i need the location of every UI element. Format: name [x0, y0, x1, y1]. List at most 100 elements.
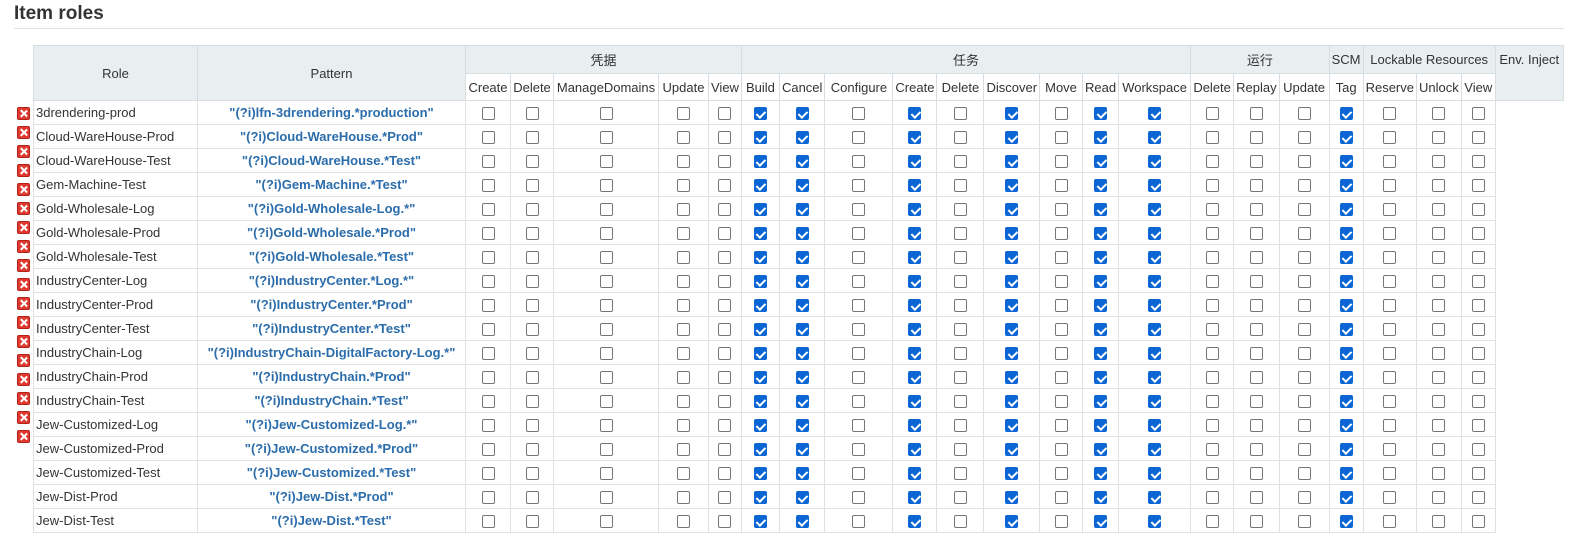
permission-checkbox[interactable] — [1205, 107, 1219, 121]
permission-checkbox[interactable] — [677, 443, 690, 457]
permission-checkbox[interactable] — [599, 419, 613, 433]
permission-checkbox[interactable] — [753, 443, 767, 457]
permission-checkbox[interactable] — [1383, 275, 1397, 289]
permission-checkbox[interactable] — [718, 251, 732, 265]
delete-icon[interactable] — [17, 145, 30, 158]
permission-checkbox[interactable] — [677, 107, 690, 121]
permission-checkbox[interactable] — [677, 227, 690, 241]
permission-checkbox[interactable] — [1432, 515, 1446, 529]
permission-checkbox[interactable] — [1297, 419, 1311, 433]
permission-checkbox[interactable] — [1432, 107, 1446, 121]
permission-checkbox[interactable] — [1249, 227, 1263, 241]
permission-checkbox[interactable] — [1005, 371, 1019, 385]
permission-checkbox[interactable] — [908, 203, 922, 217]
permission-checkbox[interactable] — [1054, 371, 1068, 385]
permission-checkbox[interactable] — [1054, 515, 1068, 529]
permission-checkbox[interactable] — [1339, 131, 1353, 145]
permission-checkbox[interactable] — [1005, 155, 1019, 169]
permission-checkbox[interactable] — [795, 251, 809, 265]
permission-checkbox[interactable] — [908, 347, 922, 361]
permission-checkbox[interactable] — [1471, 515, 1485, 529]
delete-icon[interactable] — [17, 107, 30, 120]
permission-checkbox[interactable] — [953, 251, 967, 265]
permission-checkbox[interactable] — [1205, 515, 1219, 529]
permission-checkbox[interactable] — [908, 395, 922, 409]
permission-checkbox[interactable] — [908, 227, 922, 241]
delete-icon[interactable] — [17, 392, 30, 405]
permission-checkbox[interactable] — [1249, 275, 1263, 289]
permission-checkbox[interactable] — [525, 179, 539, 193]
permission-checkbox[interactable] — [1432, 395, 1446, 409]
delete-icon[interactable] — [17, 202, 30, 215]
delete-icon[interactable] — [17, 430, 30, 443]
permission-checkbox[interactable] — [1094, 443, 1108, 457]
permission-checkbox[interactable] — [481, 203, 495, 217]
permission-checkbox[interactable] — [1297, 155, 1311, 169]
permission-checkbox[interactable] — [1005, 419, 1019, 433]
permission-checkbox[interactable] — [1471, 251, 1485, 265]
permission-checkbox[interactable] — [599, 299, 613, 313]
permission-checkbox[interactable] — [1339, 419, 1353, 433]
permission-checkbox[interactable] — [795, 131, 809, 145]
permission-checkbox[interactable] — [908, 179, 922, 193]
permission-checkbox[interactable] — [1054, 347, 1068, 361]
delete-icon[interactable] — [17, 126, 30, 139]
permission-checkbox[interactable] — [718, 203, 732, 217]
permission-checkbox[interactable] — [1054, 107, 1068, 121]
permission-checkbox[interactable] — [481, 299, 495, 313]
permission-checkbox[interactable] — [525, 107, 539, 121]
permission-checkbox[interactable] — [1383, 155, 1397, 169]
permission-checkbox[interactable] — [1471, 371, 1485, 385]
permission-checkbox[interactable] — [1054, 299, 1068, 313]
permission-checkbox[interactable] — [1054, 131, 1068, 145]
permission-checkbox[interactable] — [795, 419, 809, 433]
permission-checkbox[interactable] — [481, 323, 495, 337]
permission-checkbox[interactable] — [1432, 467, 1446, 481]
permission-checkbox[interactable] — [852, 251, 866, 265]
permission-checkbox[interactable] — [525, 347, 539, 361]
permission-checkbox[interactable] — [1383, 467, 1397, 481]
permission-checkbox[interactable] — [718, 155, 732, 169]
permission-checkbox[interactable] — [1383, 371, 1397, 385]
permission-checkbox[interactable] — [1249, 347, 1263, 361]
permission-checkbox[interactable] — [852, 131, 866, 145]
permission-checkbox[interactable] — [953, 275, 967, 289]
permission-checkbox[interactable] — [1148, 515, 1162, 529]
permission-checkbox[interactable] — [1205, 395, 1219, 409]
permission-checkbox[interactable] — [908, 299, 922, 313]
permission-checkbox[interactable] — [1249, 179, 1263, 193]
permission-checkbox[interactable] — [795, 107, 809, 121]
permission-checkbox[interactable] — [1054, 251, 1068, 265]
permission-checkbox[interactable] — [1297, 443, 1311, 457]
permission-checkbox[interactable] — [525, 299, 539, 313]
permission-checkbox[interactable] — [718, 107, 732, 121]
permission-checkbox[interactable] — [753, 515, 767, 529]
permission-checkbox[interactable] — [753, 323, 767, 337]
permission-checkbox[interactable] — [908, 491, 922, 505]
permission-checkbox[interactable] — [1094, 155, 1108, 169]
permission-checkbox[interactable] — [1383, 251, 1397, 265]
permission-checkbox[interactable] — [1005, 203, 1019, 217]
permission-checkbox[interactable] — [953, 515, 967, 529]
permission-checkbox[interactable] — [908, 467, 922, 481]
permission-checkbox[interactable] — [753, 275, 767, 289]
permission-checkbox[interactable] — [1094, 179, 1108, 193]
permission-checkbox[interactable] — [1205, 179, 1219, 193]
permission-checkbox[interactable] — [718, 275, 732, 289]
permission-checkbox[interactable] — [795, 323, 809, 337]
permission-checkbox[interactable] — [795, 515, 809, 529]
permission-checkbox[interactable] — [1005, 443, 1019, 457]
permission-checkbox[interactable] — [908, 323, 922, 337]
permission-checkbox[interactable] — [481, 107, 495, 121]
permission-checkbox[interactable] — [1339, 515, 1353, 529]
permission-checkbox[interactable] — [852, 179, 866, 193]
permission-checkbox[interactable] — [1005, 131, 1019, 145]
permission-checkbox[interactable] — [481, 251, 495, 265]
permission-checkbox[interactable] — [1432, 419, 1446, 433]
permission-checkbox[interactable] — [677, 299, 690, 313]
permission-checkbox[interactable] — [753, 107, 767, 121]
permission-checkbox[interactable] — [795, 155, 809, 169]
permission-checkbox[interactable] — [677, 419, 690, 433]
permission-checkbox[interactable] — [795, 491, 809, 505]
permission-checkbox[interactable] — [1148, 179, 1162, 193]
